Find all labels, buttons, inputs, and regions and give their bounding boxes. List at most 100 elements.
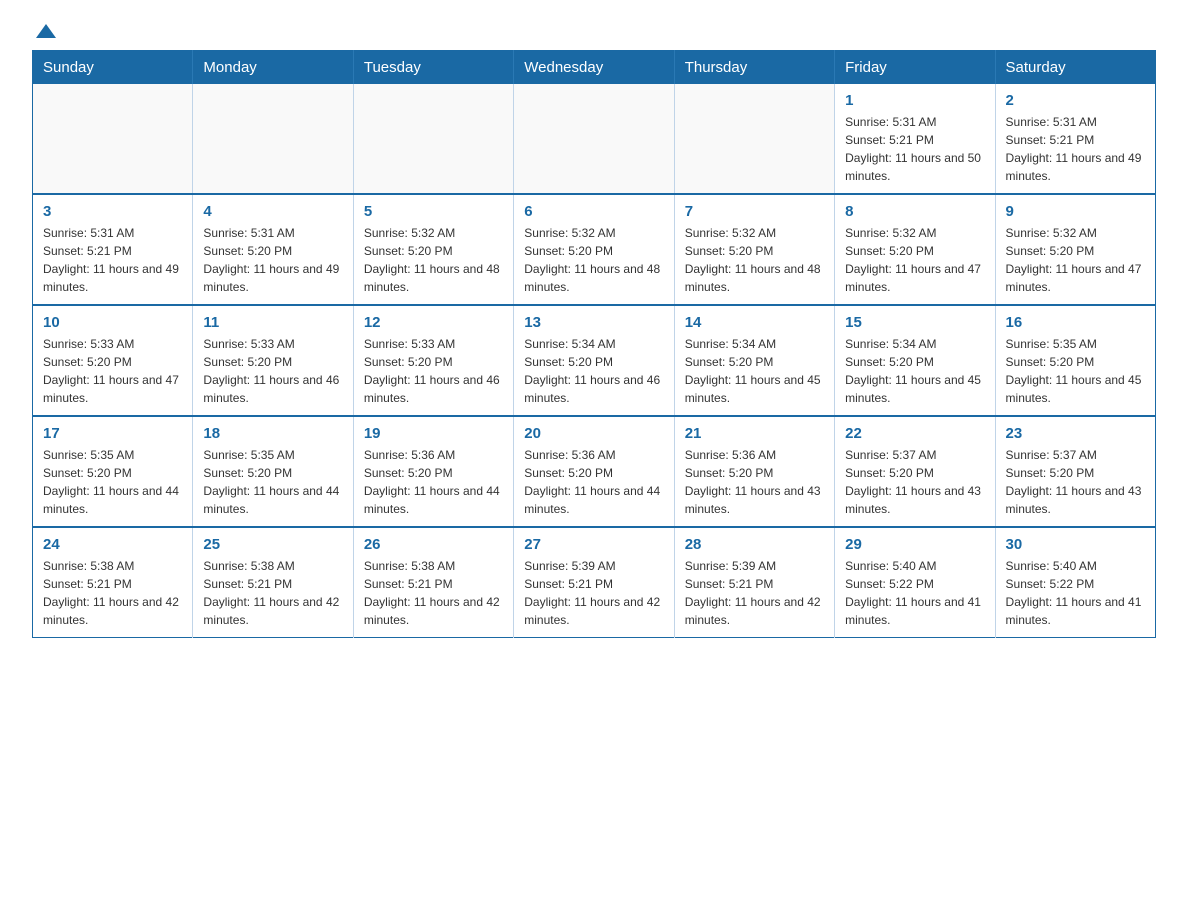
day-number: 30 — [1006, 536, 1145, 553]
day-number: 29 — [845, 536, 984, 553]
day-number: 4 — [203, 203, 342, 220]
calendar-cell — [674, 84, 834, 194]
day-number: 14 — [685, 314, 824, 331]
calendar-cell: 27Sunrise: 5:39 AMSunset: 5:21 PMDayligh… — [514, 527, 674, 638]
calendar-week-2: 3 Sunrise: 5:31 AMSunset: 5:21 PMDaylight… — [33, 194, 1156, 305]
calendar-cell: 20Sunrise: 5:36 AMSunset: 5:20 PMDayligh… — [514, 416, 674, 527]
day-info: Sunrise: 5:32 AMSunset: 5:20 PMDaylight:… — [524, 224, 663, 296]
day-number: 26 — [364, 536, 503, 553]
day-number: 7 — [685, 203, 824, 220]
day-info: Sunrise: 5:34 AMSunset: 5:20 PMDaylight:… — [524, 335, 663, 407]
calendar-cell: 8 Sunrise: 5:32 AMSunset: 5:20 PMDaylight… — [835, 194, 995, 305]
calendar-cell: 3 Sunrise: 5:31 AMSunset: 5:21 PMDaylight… — [33, 194, 193, 305]
calendar-cell: 10 Sunrise: 5:33 AMSunset: 5:20 PMDayligh… — [33, 305, 193, 416]
day-info: Sunrise: 5:35 AMSunset: 5:20 PMDaylight:… — [203, 446, 342, 518]
calendar-cell: 24 Sunrise: 5:38 AMSunset: 5:21 PMDayligh… — [33, 527, 193, 638]
weekday-header-row: SundayMondayTuesdayWednesdayThursdayFrid… — [33, 51, 1156, 85]
day-number: 23 — [1006, 425, 1145, 442]
weekday-header-saturday: Saturday — [995, 51, 1155, 85]
calendar-cell: 30 Sunrise: 5:40 AMSunset: 5:22 PMDayligh… — [995, 527, 1155, 638]
calendar-cell: 12 Sunrise: 5:33 AMSunset: 5:20 PMDayligh… — [353, 305, 513, 416]
calendar-body: 1 Sunrise: 5:31 AMSunset: 5:21 PMDaylight… — [33, 84, 1156, 638]
calendar-cell — [514, 84, 674, 194]
day-number: 21 — [685, 425, 824, 442]
calendar-cell: 16Sunrise: 5:35 AMSunset: 5:20 PMDayligh… — [995, 305, 1155, 416]
calendar-cell: 2 Sunrise: 5:31 AMSunset: 5:21 PMDaylight… — [995, 84, 1155, 194]
day-number: 5 — [364, 203, 503, 220]
day-number: 12 — [364, 314, 503, 331]
day-info: Sunrise: 5:32 AMSunset: 5:20 PMDaylight:… — [845, 224, 984, 296]
logo-triangle-icon — [36, 24, 56, 38]
day-info: Sunrise: 5:39 AMSunset: 5:21 PMDaylight:… — [685, 557, 824, 629]
day-number: 13 — [524, 314, 663, 331]
calendar-cell: 15 Sunrise: 5:34 AMSunset: 5:20 PMDayligh… — [835, 305, 995, 416]
page-header — [32, 24, 1156, 38]
day-info: Sunrise: 5:33 AMSunset: 5:20 PMDaylight:… — [364, 335, 503, 407]
day-info: Sunrise: 5:39 AMSunset: 5:21 PMDaylight:… — [524, 557, 663, 629]
day-info: Sunrise: 5:33 AMSunset: 5:20 PMDaylight:… — [203, 335, 342, 407]
weekday-header-tuesday: Tuesday — [353, 51, 513, 85]
calendar-cell: 4 Sunrise: 5:31 AMSunset: 5:20 PMDaylight… — [193, 194, 353, 305]
day-number: 3 — [43, 203, 182, 220]
calendar-cell: 6 Sunrise: 5:32 AMSunset: 5:20 PMDaylight… — [514, 194, 674, 305]
day-info: Sunrise: 5:31 AMSunset: 5:21 PMDaylight:… — [1006, 113, 1145, 185]
day-info: Sunrise: 5:32 AMSunset: 5:20 PMDaylight:… — [685, 224, 824, 296]
calendar-cell: 9 Sunrise: 5:32 AMSunset: 5:20 PMDaylight… — [995, 194, 1155, 305]
day-info: Sunrise: 5:38 AMSunset: 5:21 PMDaylight:… — [43, 557, 182, 629]
day-info: Sunrise: 5:31 AMSunset: 5:21 PMDaylight:… — [43, 224, 182, 296]
calendar-cell: 25Sunrise: 5:38 AMSunset: 5:21 PMDayligh… — [193, 527, 353, 638]
day-info: Sunrise: 5:32 AMSunset: 5:20 PMDaylight:… — [364, 224, 503, 296]
calendar-header: SundayMondayTuesdayWednesdayThursdayFrid… — [33, 51, 1156, 85]
calendar-cell: 17 Sunrise: 5:35 AMSunset: 5:20 PMDayligh… — [33, 416, 193, 527]
weekday-header-friday: Friday — [835, 51, 995, 85]
weekday-header-monday: Monday — [193, 51, 353, 85]
day-number: 11 — [203, 314, 342, 331]
weekday-header-thursday: Thursday — [674, 51, 834, 85]
calendar-cell: 18 Sunrise: 5:35 AMSunset: 5:20 PMDayligh… — [193, 416, 353, 527]
calendar-cell: 7 Sunrise: 5:32 AMSunset: 5:20 PMDaylight… — [674, 194, 834, 305]
day-number: 6 — [524, 203, 663, 220]
day-number: 15 — [845, 314, 984, 331]
calendar-cell: 26 Sunrise: 5:38 AMSunset: 5:21 PMDayligh… — [353, 527, 513, 638]
day-number: 2 — [1006, 92, 1145, 109]
calendar-cell: 28Sunrise: 5:39 AMSunset: 5:21 PMDayligh… — [674, 527, 834, 638]
calendar-cell: 21 Sunrise: 5:36 AMSunset: 5:20 PMDayligh… — [674, 416, 834, 527]
calendar-week-5: 24 Sunrise: 5:38 AMSunset: 5:21 PMDayligh… — [33, 527, 1156, 638]
day-info: Sunrise: 5:33 AMSunset: 5:20 PMDaylight:… — [43, 335, 182, 407]
calendar-cell: 23 Sunrise: 5:37 AMSunset: 5:20 PMDayligh… — [995, 416, 1155, 527]
day-info: Sunrise: 5:36 AMSunset: 5:20 PMDaylight:… — [685, 446, 824, 518]
day-number: 8 — [845, 203, 984, 220]
day-info: Sunrise: 5:34 AMSunset: 5:20 PMDaylight:… — [845, 335, 984, 407]
day-number: 24 — [43, 536, 182, 553]
logo — [32, 24, 56, 38]
calendar-week-4: 17 Sunrise: 5:35 AMSunset: 5:20 PMDayligh… — [33, 416, 1156, 527]
day-number: 9 — [1006, 203, 1145, 220]
day-info: Sunrise: 5:40 AMSunset: 5:22 PMDaylight:… — [845, 557, 984, 629]
day-info: Sunrise: 5:31 AMSunset: 5:20 PMDaylight:… — [203, 224, 342, 296]
day-info: Sunrise: 5:32 AMSunset: 5:20 PMDaylight:… — [1006, 224, 1145, 296]
calendar-cell: 22Sunrise: 5:37 AMSunset: 5:20 PMDayligh… — [835, 416, 995, 527]
calendar-cell: 13 Sunrise: 5:34 AMSunset: 5:20 PMDayligh… — [514, 305, 674, 416]
day-info: Sunrise: 5:40 AMSunset: 5:22 PMDaylight:… — [1006, 557, 1145, 629]
day-info: Sunrise: 5:35 AMSunset: 5:20 PMDaylight:… — [1006, 335, 1145, 407]
calendar-cell — [33, 84, 193, 194]
calendar-week-3: 10 Sunrise: 5:33 AMSunset: 5:20 PMDayligh… — [33, 305, 1156, 416]
day-info: Sunrise: 5:38 AMSunset: 5:21 PMDaylight:… — [364, 557, 503, 629]
day-info: Sunrise: 5:35 AMSunset: 5:20 PMDaylight:… — [43, 446, 182, 518]
day-info: Sunrise: 5:38 AMSunset: 5:21 PMDaylight:… — [203, 557, 342, 629]
calendar-cell: 5 Sunrise: 5:32 AMSunset: 5:20 PMDaylight… — [353, 194, 513, 305]
day-info: Sunrise: 5:37 AMSunset: 5:20 PMDaylight:… — [1006, 446, 1145, 518]
day-number: 17 — [43, 425, 182, 442]
weekday-header-sunday: Sunday — [33, 51, 193, 85]
day-number: 1 — [845, 92, 984, 109]
weekday-header-wednesday: Wednesday — [514, 51, 674, 85]
day-number: 22 — [845, 425, 984, 442]
day-number: 19 — [364, 425, 503, 442]
day-number: 10 — [43, 314, 182, 331]
calendar-week-1: 1 Sunrise: 5:31 AMSunset: 5:21 PMDaylight… — [33, 84, 1156, 194]
day-number: 18 — [203, 425, 342, 442]
day-info: Sunrise: 5:31 AMSunset: 5:21 PMDaylight:… — [845, 113, 984, 185]
day-info: Sunrise: 5:36 AMSunset: 5:20 PMDaylight:… — [524, 446, 663, 518]
calendar-cell: 11 Sunrise: 5:33 AMSunset: 5:20 PMDayligh… — [193, 305, 353, 416]
calendar-cell — [353, 84, 513, 194]
